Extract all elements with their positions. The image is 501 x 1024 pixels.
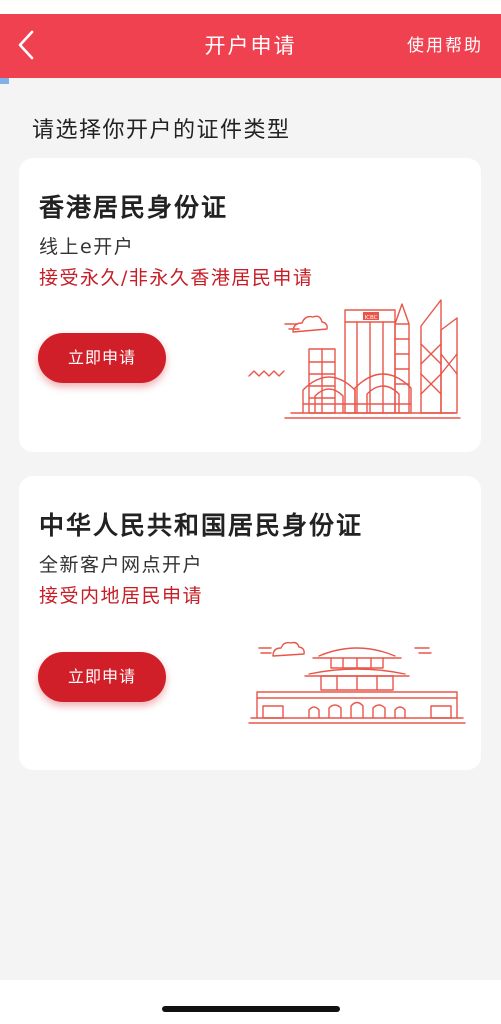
card-note: 接受内地居民申请	[39, 585, 204, 607]
card-subtitle: 全新客户网点开户	[39, 554, 204, 576]
card-subtitle: 线上e开户	[39, 236, 135, 258]
apply-button-hk[interactable]: 立即申请	[38, 333, 166, 383]
tiananmen-gate-icon	[248, 641, 466, 724]
id-card-option-hk: 香港居民身份证 线上e开户 接受永久/非永久香港居民申请 立即申请 ICBC	[19, 158, 481, 452]
edge-mark	[0, 78, 9, 84]
apply-button-prc[interactable]: 立即申请	[38, 652, 166, 702]
home-indicator[interactable]	[162, 1006, 340, 1012]
card-note: 接受永久/非永久香港居民申请	[39, 267, 314, 289]
card-title: 香港居民身份证	[39, 193, 229, 222]
help-link[interactable]: 使用帮助	[407, 14, 483, 78]
status-bar	[0, 0, 501, 14]
nav-bar: 开户申请 使用帮助	[0, 14, 501, 78]
bottom-bar	[0, 980, 501, 1024]
section-title: 请选择你开户的证件类型	[32, 118, 291, 143]
id-card-option-prc: 中华人民共和国居民身份证 全新客户网点开户 接受内地居民申请 立即申请	[19, 476, 481, 770]
hong-kong-skyline-icon: ICBC	[248, 299, 461, 419]
card-title: 中华人民共和国居民身份证	[39, 511, 364, 540]
svg-text:ICBC: ICBC	[365, 315, 378, 321]
